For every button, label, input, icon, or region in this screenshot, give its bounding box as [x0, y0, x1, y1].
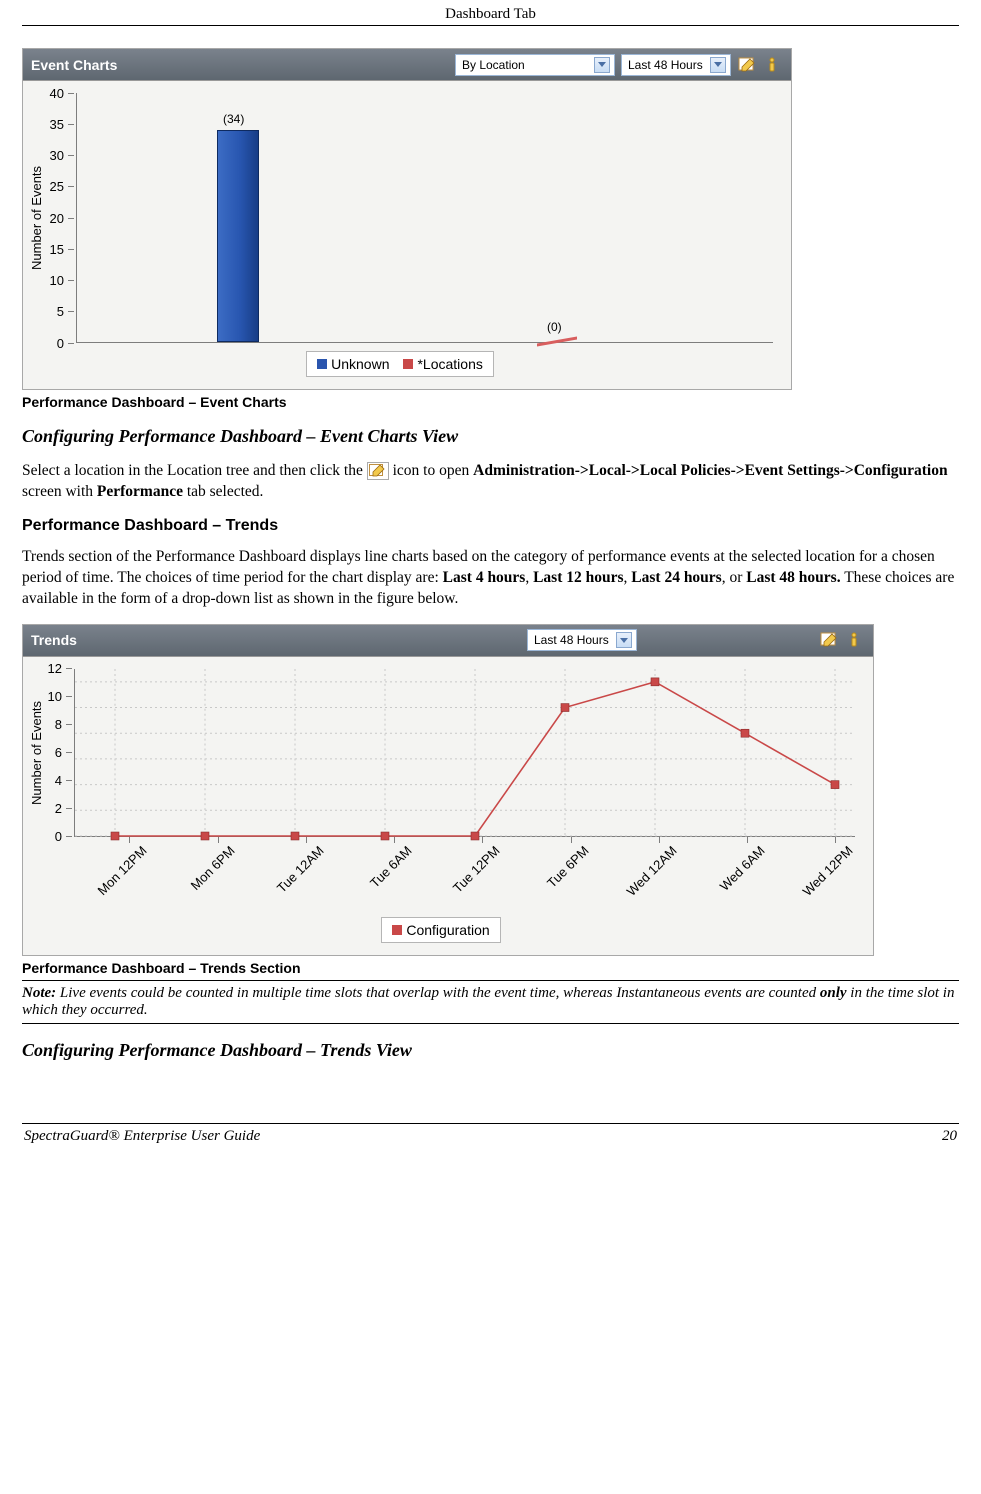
- ytick: 2: [55, 801, 62, 816]
- ytick: 20: [50, 211, 64, 226]
- section2-paragraph: Trends section of the Performance Dashbo…: [22, 547, 959, 610]
- legend-swatch-locations: [403, 359, 413, 369]
- section-heading-configure-trends: Configuring Performance Dashboard – Tren…: [22, 1040, 959, 1061]
- ytick: 10: [48, 689, 62, 704]
- event-caption: Performance Dashboard – Event Charts: [22, 394, 959, 410]
- trends-caption: Performance Dashboard – Trends Section: [22, 960, 959, 976]
- info-icon[interactable]: [763, 55, 783, 75]
- bar-locations-label: (0): [547, 320, 562, 334]
- trends-x-axis: Mon 12PM Mon 6PM Tue 12AM Tue 6AM Tue 12PM Tu…: [90, 837, 855, 909]
- ytick: 25: [50, 179, 64, 194]
- note-only: only: [820, 985, 847, 1001]
- ytick: 30: [50, 148, 64, 163]
- footer-title: SpectraGuard® Enterprise User Guide: [24, 1128, 260, 1145]
- trends-period-value: Last 48 Hours: [534, 633, 609, 647]
- chevron-down-icon: [594, 57, 610, 73]
- text: , or: [722, 569, 747, 586]
- event-legend: Unknown *Locations: [306, 351, 494, 377]
- xtick: Wed 6AM: [708, 843, 768, 903]
- y-axis-label: Number of Events: [27, 93, 46, 343]
- period-select[interactable]: Last 48 Hours: [621, 54, 731, 76]
- text: Last 48 hours.: [746, 569, 840, 586]
- bar-unknown: [217, 130, 259, 342]
- ytick: 15: [50, 242, 64, 257]
- period-select-value: Last 48 Hours: [628, 58, 703, 72]
- section1-paragraph: Select a location in the Location tree a…: [22, 461, 959, 503]
- section-heading-configure-events: Configuring Performance Dashboard – Even…: [22, 426, 959, 447]
- event-chart-area: Number of Events 40 35 30 25 20 15 10 5 …: [23, 81, 791, 389]
- legend-label-unknown: Unknown: [331, 356, 389, 372]
- event-plot: (34) (0): [76, 93, 773, 343]
- trends-header: Trends Last 48 Hours: [23, 625, 873, 657]
- edit-icon[interactable]: [737, 55, 757, 75]
- panel-title: Trends: [31, 632, 77, 648]
- note-box: Note: Live events could be counted in mu…: [22, 980, 959, 1024]
- trends-plot: [74, 669, 855, 837]
- chevron-down-icon: [710, 57, 726, 73]
- xtick: Mon 12PM: [90, 843, 150, 903]
- text: Last 24 hours: [631, 569, 721, 586]
- ytick: 8: [55, 717, 62, 732]
- note-text: Live events could be counted in multiple…: [56, 985, 820, 1001]
- chevron-down-icon: [616, 632, 632, 648]
- trends-chart-area: Number of Events 12 10 8 6 4 2 0 Mon 12P…: [23, 657, 873, 955]
- xtick: Tue 12AM: [266, 843, 326, 903]
- breadcrumb-path: Administration->Local->Local Policies->E…: [473, 462, 947, 479]
- xtick: Tue 6PM: [531, 843, 591, 903]
- ytick: 6: [55, 745, 62, 760]
- trends-y-axis: 12 10 8 6 4 2 0: [46, 669, 74, 837]
- text: Last 12 hours: [533, 569, 623, 586]
- edit-icon: [367, 462, 389, 480]
- panel-title: Event Charts: [31, 57, 117, 73]
- text: Performance: [97, 483, 183, 500]
- xtick: Tue 6AM: [355, 843, 415, 903]
- ytick: 0: [57, 336, 64, 351]
- ytick: 0: [55, 829, 62, 844]
- xtick: Tue 12PM: [443, 843, 503, 903]
- y-axis-label: Number of Events: [27, 669, 46, 837]
- ytick: 12: [48, 661, 62, 676]
- ytick: 4: [55, 773, 62, 788]
- view-select[interactable]: By Location: [455, 54, 615, 76]
- legend-swatch-unknown: [317, 359, 327, 369]
- legend-swatch-configuration: [392, 925, 402, 935]
- ytick: 35: [50, 117, 64, 132]
- page-header-title: Dashboard Tab: [22, 0, 959, 26]
- ytick: 40: [50, 86, 64, 101]
- trends-legend: Configuration: [381, 917, 500, 943]
- edit-icon[interactable]: [819, 630, 839, 650]
- page-number: 20: [942, 1128, 957, 1145]
- text: Select a location in the Location tree a…: [22, 462, 367, 479]
- text: tab selected.: [187, 483, 264, 500]
- section-heading-trends: Performance Dashboard – Trends: [22, 517, 959, 535]
- trends-panel: Trends Last 48 Hours Number of Events 12…: [22, 624, 874, 956]
- bar-unknown-label: (34): [223, 112, 244, 126]
- page-footer: SpectraGuard® Enterprise User Guide 20: [22, 1123, 959, 1145]
- text: icon to open: [393, 462, 474, 479]
- xtick: Wed 12PM: [796, 843, 856, 903]
- info-icon[interactable]: [845, 630, 865, 650]
- text: Last 4 hours: [443, 569, 526, 586]
- event-charts-panel: Event Charts By Location Last 48 Hours N…: [22, 48, 792, 390]
- xtick: Wed 12AM: [619, 843, 679, 903]
- text: ,: [525, 569, 533, 586]
- note-lead: Note:: [22, 985, 56, 1001]
- text: screen with: [22, 483, 97, 500]
- legend-label-configuration: Configuration: [406, 922, 489, 938]
- legend-label-locations: *Locations: [417, 356, 482, 372]
- xtick: Mon 6PM: [178, 843, 238, 903]
- trends-period-select[interactable]: Last 48 Hours: [527, 629, 637, 651]
- ytick: 5: [57, 304, 64, 319]
- view-select-value: By Location: [462, 58, 525, 72]
- ytick: 10: [50, 273, 64, 288]
- event-charts-header: Event Charts By Location Last 48 Hours: [23, 49, 791, 81]
- event-y-axis: 40 35 30 25 20 15 10 5 0: [46, 93, 76, 343]
